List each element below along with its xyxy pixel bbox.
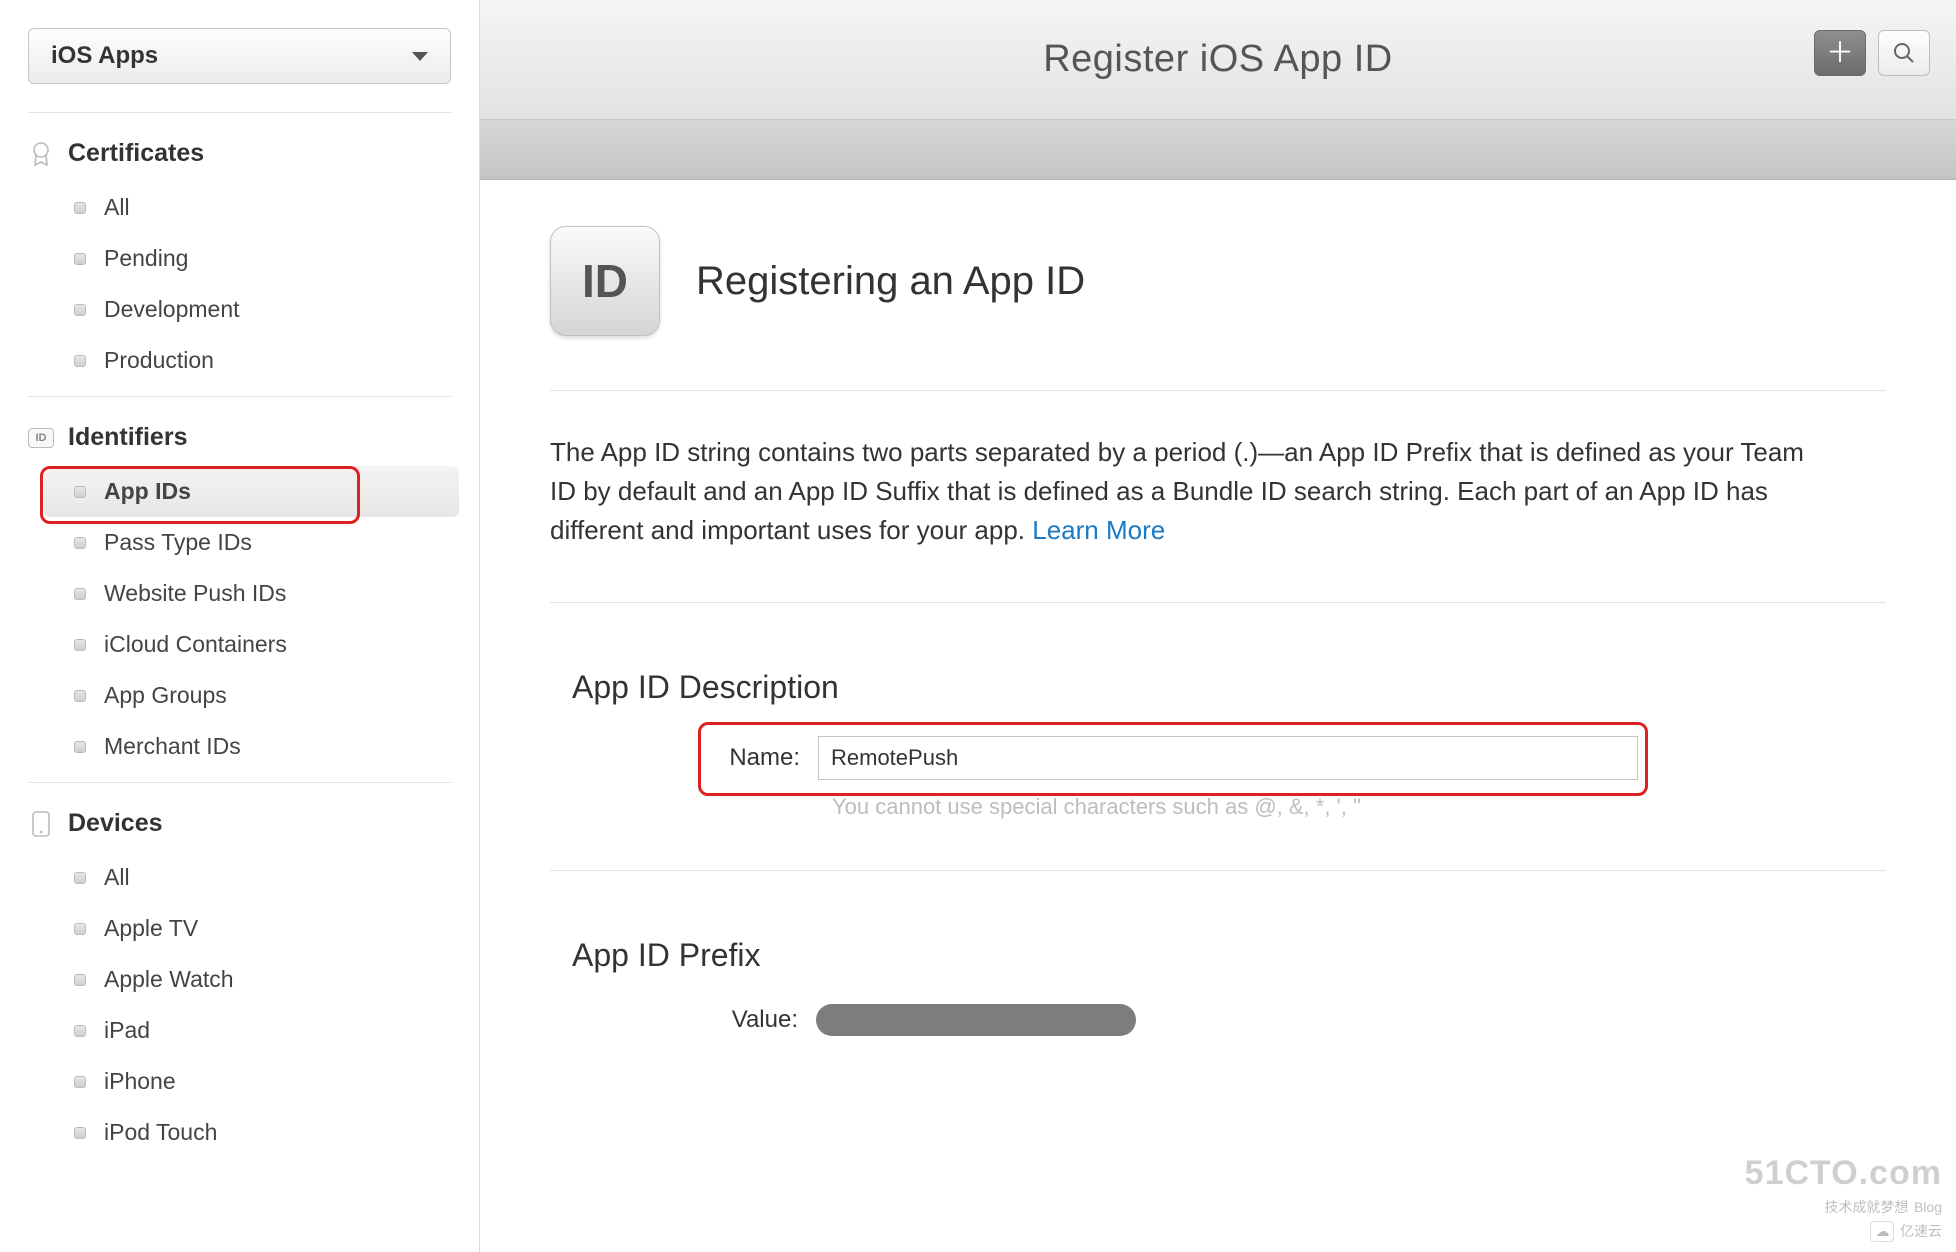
sidebar-item-label: iCloud Containers	[104, 631, 287, 658]
main: Register iOS App ID ＋ ID Registering an …	[480, 0, 1956, 1252]
bullet-icon	[74, 974, 86, 986]
name-helper-text: You cannot use special characters such a…	[550, 794, 1886, 820]
learn-more-link[interactable]: Learn More	[1032, 515, 1165, 545]
bullet-icon	[74, 588, 86, 600]
hero-heading: Registering an App ID	[696, 259, 1085, 304]
sidebar-item-label: Apple Watch	[104, 966, 234, 993]
page-title: Register iOS App ID	[1043, 38, 1393, 81]
sidebar-item-apple-watch[interactable]: Apple Watch	[0, 954, 479, 1005]
nav-group-identifiers: ID Identifiers App IDs Pass Type IDs Web…	[0, 397, 479, 782]
divider	[550, 602, 1886, 603]
cloud-icon: ☁	[1870, 1221, 1894, 1242]
bullet-icon	[74, 639, 86, 651]
value-label: Value:	[708, 1006, 798, 1034]
sidebar-item-apple-tv[interactable]: Apple TV	[0, 903, 479, 954]
group-label: Devices	[68, 809, 163, 838]
id-tile-icon: ID	[550, 226, 660, 336]
nav-group-devices: Devices All Apple TV Apple Watch iPad iP…	[0, 783, 479, 1168]
sidebar-item-app-ids[interactable]: App IDs	[44, 466, 459, 517]
divider	[550, 390, 1886, 391]
ribbon-icon	[28, 141, 54, 167]
bullet-icon	[74, 1127, 86, 1139]
titlebar: Register iOS App ID ＋	[480, 0, 1956, 120]
intro-text: The App ID string contains two parts sep…	[550, 433, 1810, 596]
watermark-blog: Blog	[1914, 1199, 1942, 1215]
sidebar-item-ipad[interactable]: iPad	[0, 1005, 479, 1056]
sidebar-item-label: Production	[104, 347, 214, 374]
watermark-site: 51CTO.com	[1745, 1153, 1942, 1194]
sidebar: iOS Apps Certificates All Pending Develo…	[0, 0, 480, 1252]
sidebar-item-label: Pending	[104, 245, 188, 272]
sidebar-item-label: App IDs	[104, 478, 191, 505]
content: ID Registering an App ID The App ID stri…	[480, 180, 1956, 1252]
bullet-icon	[74, 486, 86, 498]
sidebar-item-all-certs[interactable]: All	[0, 182, 479, 233]
group-header-identifiers[interactable]: ID Identifiers	[0, 415, 479, 466]
bullet-icon	[74, 537, 86, 549]
name-field-row: Name:	[550, 736, 1886, 780]
section-title-description: App ID Description	[550, 645, 1886, 736]
sidebar-item-app-groups[interactable]: App Groups	[0, 670, 479, 721]
sidebar-item-label: Apple TV	[104, 915, 198, 942]
platform-dropdown[interactable]: iOS Apps	[28, 28, 451, 84]
sidebar-item-label: Website Push IDs	[104, 580, 286, 607]
sidebar-item-pass-type-ids[interactable]: Pass Type IDs	[0, 517, 479, 568]
group-label: Certificates	[68, 139, 204, 168]
bullet-icon	[74, 1025, 86, 1037]
watermark-source: 亿速云	[1900, 1223, 1942, 1239]
sidebar-item-website-push-ids[interactable]: Website Push IDs	[0, 568, 479, 619]
name-label: Name:	[710, 744, 800, 772]
group-label: Identifiers	[68, 423, 187, 452]
prefix-row: Value:	[550, 1004, 1886, 1036]
watermark: 51CTO.com 技术成就梦想 Blog ☁ 亿速云	[1745, 1153, 1942, 1242]
prefix-value-redacted	[816, 1004, 1136, 1036]
sidebar-item-label: All	[104, 194, 130, 221]
sidebar-item-label: Pass Type IDs	[104, 529, 252, 556]
sidebar-item-label: App Groups	[104, 682, 227, 709]
name-input[interactable]	[818, 736, 1638, 780]
add-button[interactable]: ＋	[1814, 30, 1866, 76]
sub-toolbar	[480, 120, 1956, 180]
sidebar-item-ipod-touch[interactable]: iPod Touch	[0, 1107, 479, 1158]
section-title-prefix: App ID Prefix	[550, 913, 1886, 1004]
nav-group-certificates: Certificates All Pending Development Pro…	[0, 113, 479, 396]
sidebar-item-pending[interactable]: Pending	[0, 233, 479, 284]
sidebar-item-iphone[interactable]: iPhone	[0, 1056, 479, 1107]
sidebar-item-production[interactable]: Production	[0, 335, 479, 386]
sidebar-item-label: Development	[104, 296, 240, 323]
titlebar-actions: ＋	[1814, 30, 1930, 76]
group-header-devices[interactable]: Devices	[0, 801, 479, 852]
sidebar-item-development[interactable]: Development	[0, 284, 479, 335]
bullet-icon	[74, 690, 86, 702]
sidebar-item-label: iPad	[104, 1017, 150, 1044]
bullet-icon	[74, 923, 86, 935]
phone-icon	[28, 811, 54, 837]
bullet-icon	[74, 253, 86, 265]
sidebar-item-label: iPod Touch	[104, 1119, 217, 1146]
search-button[interactable]	[1878, 30, 1930, 76]
sidebar-item-label: All	[104, 864, 130, 891]
plus-icon: ＋	[1826, 39, 1854, 67]
hero: ID Registering an App ID	[550, 216, 1886, 384]
bullet-icon	[74, 872, 86, 884]
bullet-icon	[74, 1076, 86, 1088]
chevron-down-icon	[412, 52, 428, 61]
sidebar-item-all-devices[interactable]: All	[0, 852, 479, 903]
bullet-icon	[74, 202, 86, 214]
id-badge-icon: ID	[28, 425, 54, 451]
bullet-icon	[74, 304, 86, 316]
sidebar-item-label: Merchant IDs	[104, 733, 241, 760]
bullet-icon	[74, 741, 86, 753]
sidebar-item-merchant-ids[interactable]: Merchant IDs	[0, 721, 479, 772]
bullet-icon	[74, 355, 86, 367]
watermark-line2: 技术成就梦想	[1824, 1199, 1908, 1215]
sidebar-item-label: iPhone	[104, 1068, 176, 1095]
divider	[550, 870, 1886, 871]
intro-body: The App ID string contains two parts sep…	[550, 437, 1804, 545]
sidebar-item-icloud-containers[interactable]: iCloud Containers	[0, 619, 479, 670]
search-icon	[1893, 42, 1915, 64]
group-header-certificates[interactable]: Certificates	[0, 131, 479, 182]
platform-label: iOS Apps	[51, 42, 158, 70]
